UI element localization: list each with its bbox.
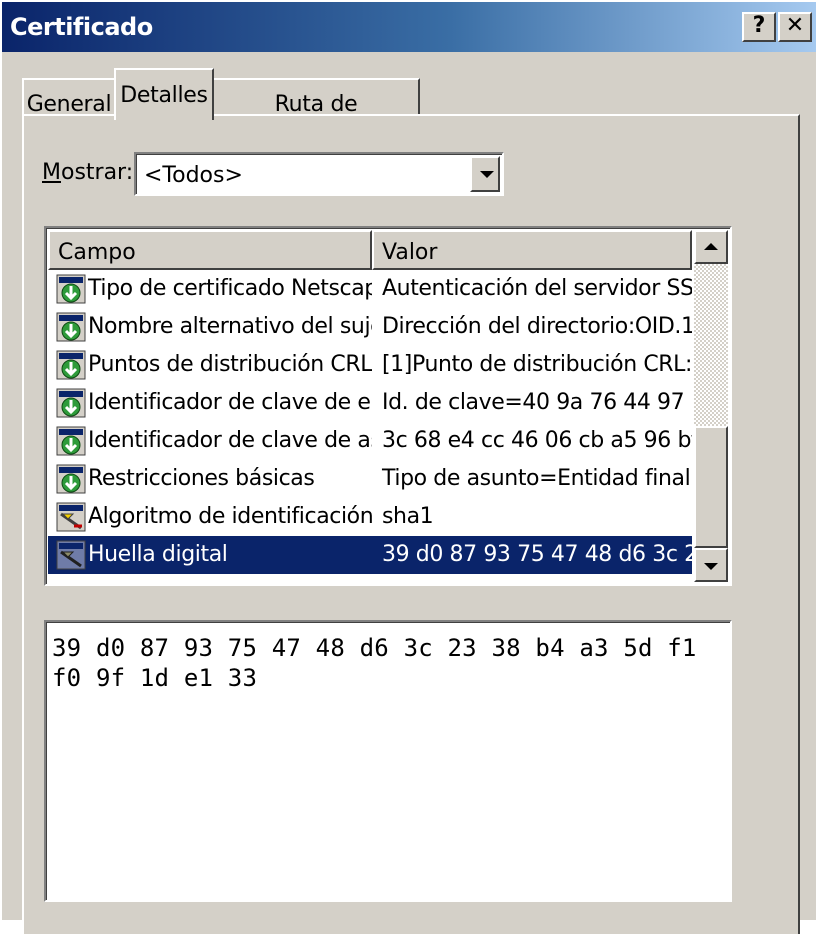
scroll-thumb[interactable] (694, 426, 728, 548)
field-name: Tipo de certificado Netscape (88, 276, 372, 301)
fields-list-scrollbar[interactable] (694, 230, 728, 582)
close-button[interactable]: ✕ (778, 12, 812, 42)
chevron-down-icon (480, 171, 494, 178)
property-icon (56, 540, 86, 570)
field-cell: Identificador de clave de as... (48, 422, 372, 460)
field-value: 3c 68 e4 cc 46 06 cb a5 96 bf ... (382, 428, 692, 453)
field-value: Dirección del directorio:OID.1.... (382, 314, 692, 339)
title-bar[interactable]: Certificado ? ✕ (2, 2, 816, 52)
field-value: sha1 (382, 504, 434, 529)
mostrar-label-rest: ostrar: (60, 160, 134, 185)
extension-icon (56, 312, 86, 342)
field-name: Identificador de clave de en... (88, 390, 372, 415)
field-value: Tipo de asunto=Entidad final, ... (382, 466, 692, 491)
field-name: Nombre alternativo del sujeto (88, 314, 372, 339)
tab-detalles[interactable]: Detalles (114, 68, 214, 120)
help-button[interactable]: ? (742, 12, 776, 42)
mostrar-label-mnemonic: M (42, 160, 61, 185)
table-row-selected[interactable]: Huella digital 39 d0 87 93 75 47 48 d6 3… (48, 536, 692, 574)
value-line: 39 d0 87 93 75 47 48 d6 3c 23 38 b4 a3 5… (52, 634, 697, 662)
scroll-down-button[interactable] (694, 548, 728, 582)
window-title: Certificado (10, 13, 153, 41)
arrow-up-icon (704, 243, 718, 250)
property-icon (56, 502, 86, 532)
certificate-dialog: Certificado ? ✕ General Detalles Ruta de… (0, 0, 816, 934)
value-line: f0 9f 1d e1 33 (52, 664, 258, 692)
field-name: Algoritmo de identificación (88, 504, 372, 529)
extension-icon (56, 388, 86, 418)
field-cell: Tipo de certificado Netscape (48, 270, 372, 308)
table-row[interactable]: Identificador de clave de en... Id. de c… (48, 384, 692, 422)
field-cell: Algoritmo de identificación (48, 498, 372, 536)
extension-icon (56, 426, 86, 456)
table-row[interactable]: Identificador de clave de as... 3c 68 e4… (48, 422, 692, 460)
field-name: Puntos de distribución CRL (88, 352, 372, 377)
table-row[interactable]: Puntos de distribución CRL [1]Punto de d… (48, 346, 692, 384)
extension-icon (56, 464, 86, 494)
close-icon: ✕ (785, 13, 805, 38)
fields-list-header: Campo Valor (48, 230, 734, 270)
field-cell: Identificador de clave de en... (48, 384, 372, 422)
field-cell: Puntos de distribución CRL (48, 346, 372, 384)
mostrar-label: Mostrar: (42, 160, 133, 185)
table-row[interactable]: Algoritmo de identificación sha1 (48, 498, 692, 536)
field-name: Huella digital (88, 542, 228, 567)
field-value: 39 d0 87 93 75 47 48 d6 3c 23... (372, 536, 692, 574)
extension-icon (56, 350, 86, 380)
field-value: Autenticación del servidor SSL ... (382, 276, 692, 301)
scroll-up-button[interactable] (694, 230, 728, 264)
field-value: [1]Punto de distribución CRL: ... (382, 352, 692, 377)
table-row[interactable]: Tipo de certificado Netscape Autenticaci… (48, 270, 692, 308)
field-cell: Restricciones básicas (48, 460, 372, 498)
column-header-valor[interactable]: Valor (372, 230, 692, 270)
extension-icon (56, 274, 86, 304)
field-cell: Huella digital (48, 536, 372, 574)
field-cell: Nombre alternativo del sujeto (48, 308, 372, 346)
column-header-campo[interactable]: Campo (48, 230, 372, 270)
field-name: Restricciones básicas (88, 466, 315, 491)
mostrar-selected-value: <Todos> (144, 163, 243, 188)
mostrar-dropdown-button[interactable] (470, 156, 500, 192)
table-row[interactable]: Restricciones básicas Tipo de asunto=Ent… (48, 460, 692, 498)
mostrar-select[interactable]: <Todos> (134, 152, 504, 196)
field-value-textbox[interactable]: 39 d0 87 93 75 47 48 d6 3c 23 38 b4 a3 5… (44, 620, 732, 902)
table-row[interactable]: Nombre alternativo del sujeto Dirección … (48, 308, 692, 346)
field-value: Id. de clave=40 9a 76 44 97 7... (382, 390, 692, 415)
field-name: Identificador de clave de as... (88, 428, 372, 453)
tab-strip: General Detalles Ruta de certificación (2, 66, 816, 142)
fields-list[interactable]: Campo Valor Tipo de certificado Netscape… (44, 226, 732, 586)
arrow-down-icon (704, 563, 718, 570)
